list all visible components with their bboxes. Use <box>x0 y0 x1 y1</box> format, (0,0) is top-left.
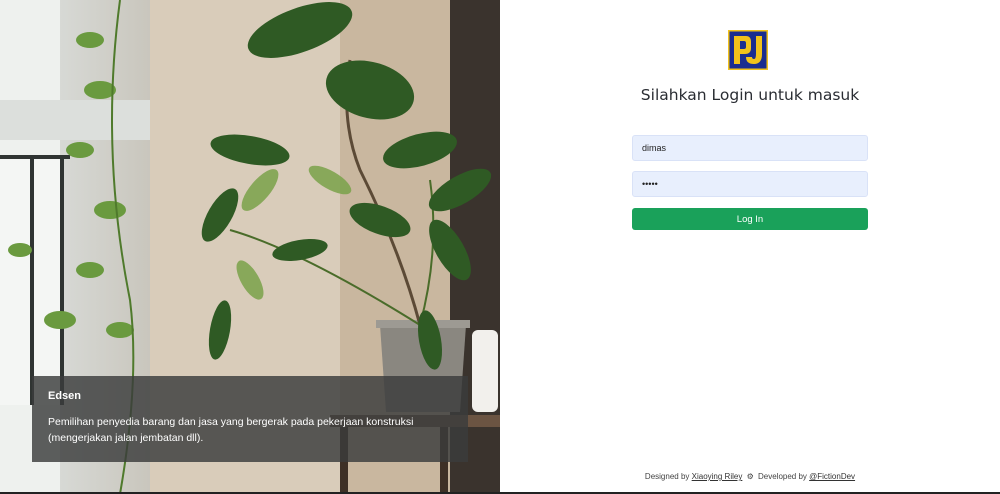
login-heading: Silahkan Login untuk masuk <box>640 86 860 104</box>
username-input[interactable] <box>632 135 868 161</box>
footer-designed-prefix: Designed by <box>644 472 690 481</box>
footer-developed-prefix: Developed by <box>757 472 807 481</box>
hero-photo: Edsen Pemilihan penyedia barang dan jasa… <box>0 0 500 494</box>
developer-link[interactable]: @FictionDev <box>809 472 855 481</box>
password-input[interactable] <box>632 171 868 197</box>
pupr-logo-icon <box>728 30 768 70</box>
page-footer: Designed by Xiaoying Riley ⚙ Developed b… <box>500 472 1000 481</box>
designer-link[interactable]: Xiaoying Riley <box>692 472 743 481</box>
caption-text: Pemilihan penyedia barang dan jasa yang … <box>48 416 414 444</box>
login-button[interactable]: Log In <box>632 208 868 230</box>
login-panel: Silahkan Login untuk masuk Log In Design… <box>500 0 1000 494</box>
login-page: Edsen Pemilihan penyedia barang dan jasa… <box>0 0 1000 494</box>
gear-icon: ⚙ <box>746 472 754 481</box>
caption-title: Edsen <box>48 390 82 402</box>
photo-caption: Edsen Pemilihan penyedia barang dan jasa… <box>32 376 468 462</box>
